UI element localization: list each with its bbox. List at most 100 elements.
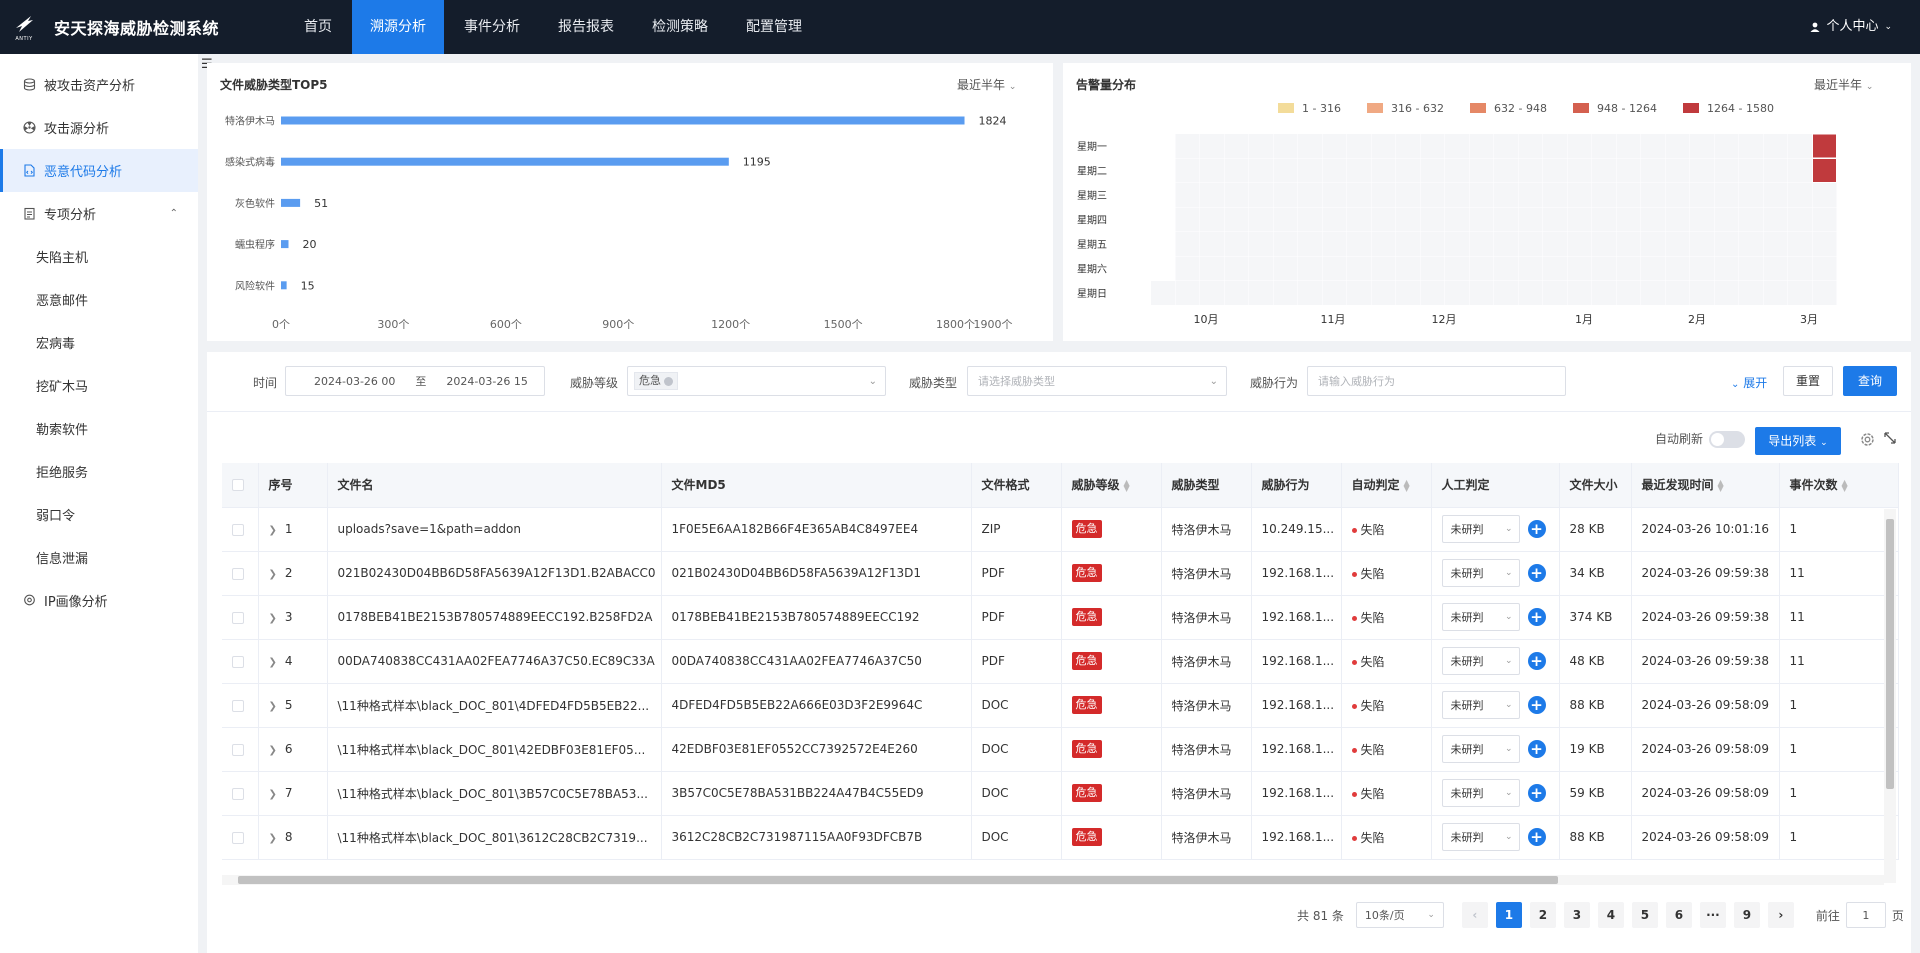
page-button[interactable]: 3: [1563, 902, 1590, 928]
nav-event-analysis[interactable]: 事件分析: [446, 0, 538, 54]
row-checkbox[interactable]: [222, 771, 259, 816]
manual-verdict-select[interactable]: 未研判 ⌄: [1441, 647, 1520, 675]
vertical-scrollbar-thumb[interactable]: [1886, 519, 1894, 789]
row-checkbox[interactable]: [222, 727, 259, 772]
page-button[interactable]: 4: [1597, 902, 1624, 928]
sort-icon[interactable]: ▲ ▼: [1404, 478, 1410, 492]
reset-button[interactable]: 重置: [1783, 366, 1833, 396]
manual-verdict-select[interactable]: 未研判 ⌄: [1441, 823, 1520, 851]
nav-trace-analysis[interactable]: 溯源分析: [352, 0, 444, 54]
chevron-right-icon[interactable]: ❯: [269, 833, 277, 844]
sort-icon[interactable]: ▲ ▼: [1842, 478, 1848, 492]
table-row[interactable]: ❯ 2 021B02430D04BB6D58FA5639A12F13D1.B2ABA…: [222, 551, 1899, 596]
heatmap-cell-filled[interactable]: [1812, 158, 1837, 183]
sidebar-subitem-ransomware[interactable]: 勒索软件: [0, 407, 198, 450]
add-icon[interactable]: +: [1527, 564, 1546, 582]
sidebar-item-ip-profile[interactable]: IP画像分析: [0, 579, 198, 622]
sidebar-item-malware-analysis[interactable]: 恶意代码分析: [0, 149, 198, 192]
type-select[interactable]: 请选择威胁类型 ⌄: [967, 366, 1227, 396]
table-row[interactable]: ❯ 6 \11种格式样本\black_DOC_801\42EDBF03E81EF05…: [222, 727, 1899, 772]
sidebar-item-attack-source[interactable]: 攻击源分析: [0, 106, 198, 149]
table-row[interactable]: ❯ 7 \11种格式样本\black_DOC_801\3B57C0C5E78BA53…: [222, 771, 1899, 816]
bar[interactable]: [281, 281, 287, 290]
horizontal-scrollbar-thumb[interactable]: [238, 876, 1558, 884]
chevron-right-icon[interactable]: ❯: [269, 525, 277, 536]
col-level[interactable]: 威胁等级 ▲ ▼: [1061, 463, 1162, 508]
export-list-button[interactable]: 导出列表 ⌄: [1755, 427, 1841, 455]
sidebar-subitem-mining-trojan[interactable]: 挖矿木马: [0, 364, 198, 407]
time-range-picker[interactable]: 2024-03-26 00 至 2024-03-26 15: [285, 366, 545, 396]
chevron-right-icon[interactable]: ❯: [269, 701, 277, 712]
page-size-select[interactable]: 10条/页 ⌄: [1355, 902, 1444, 928]
table-row[interactable]: ❯ 8 \11种格式样本\black_DOC_801\3612C28CB2C7319…: [222, 815, 1899, 860]
bar[interactable]: [281, 198, 301, 207]
prev-page-button[interactable]: ‹: [1461, 902, 1488, 928]
sidebar-subitem-dos[interactable]: 拒绝服务: [0, 450, 198, 493]
chevron-right-icon[interactable]: ❯: [269, 789, 277, 800]
bar[interactable]: [281, 157, 729, 166]
manual-verdict-select[interactable]: 未研判 ⌄: [1441, 515, 1520, 543]
heatmap-cell-filled[interactable]: [1812, 133, 1837, 159]
row-checkbox[interactable]: [222, 639, 259, 684]
add-icon[interactable]: +: [1527, 608, 1546, 626]
chevron-right-icon[interactable]: ❯: [269, 657, 277, 668]
behavior-input[interactable]: 请输入威胁行为: [1307, 366, 1566, 396]
table-row[interactable]: ❯ 4 00DA740838CC431AA02FEA7746A37C50.EC89C…: [222, 639, 1899, 684]
nav-config[interactable]: 配置管理: [728, 0, 820, 54]
chevron-right-icon[interactable]: ❯: [269, 569, 277, 580]
select-all-checkbox[interactable]: [222, 463, 259, 508]
page-button[interactable]: 6: [1665, 902, 1692, 928]
auto-refresh-toggle[interactable]: [1709, 431, 1745, 448]
app-logo[interactable]: ANTIY 安天探海威胁检测系统: [0, 7, 286, 47]
table-row[interactable]: ❯ 5 \11种格式样本\black_DOC_801\4DFED4FD5B5EB22…: [222, 683, 1899, 728]
page-button[interactable]: 2: [1529, 902, 1556, 928]
expand-button[interactable]: ⌄ 展开: [1731, 374, 1767, 391]
manual-verdict-select[interactable]: 未研判 ⌄: [1441, 691, 1520, 719]
more-pages-button[interactable]: ···: [1699, 902, 1726, 928]
row-checkbox[interactable]: [222, 595, 259, 640]
user-menu[interactable]: 个人中心 ⌄: [1810, 0, 1892, 54]
manual-verdict-select[interactable]: 未研判 ⌄: [1441, 735, 1520, 763]
nav-detection-policy[interactable]: 检测策略: [634, 0, 726, 54]
sidebar-subitem-weak-password[interactable]: 弱口令: [0, 493, 198, 536]
col-last-seen[interactable]: 最近发现时间 ▲ ▼: [1631, 463, 1780, 508]
bar[interactable]: [281, 116, 965, 125]
col-count[interactable]: 事件次数 ▲ ▼: [1779, 463, 1899, 508]
gear-icon[interactable]: [1859, 431, 1876, 452]
level-tag[interactable]: 危急: [634, 372, 678, 390]
horizontal-scrollbar[interactable]: [222, 875, 1884, 885]
add-icon[interactable]: +: [1527, 520, 1546, 538]
row-checkbox[interactable]: [222, 507, 259, 552]
sidebar-subitem-compromised-host[interactable]: 失陷主机: [0, 235, 198, 278]
page-button[interactable]: 5: [1631, 902, 1658, 928]
vertical-scrollbar[interactable]: [1884, 509, 1896, 883]
manual-verdict-select[interactable]: 未研判 ⌄: [1441, 603, 1520, 631]
nav-reports[interactable]: 报告报表: [540, 0, 632, 54]
close-icon[interactable]: [664, 376, 673, 386]
add-icon[interactable]: +: [1527, 740, 1546, 758]
goto-page-input[interactable]: 1: [1845, 902, 1886, 928]
add-icon[interactable]: +: [1527, 828, 1546, 846]
nav-home[interactable]: 首页: [286, 0, 350, 54]
add-icon[interactable]: +: [1527, 652, 1546, 670]
page-button[interactable]: 9: [1733, 902, 1760, 928]
row-checkbox[interactable]: [222, 815, 259, 860]
col-auto-verdict[interactable]: 自动判定 ▲ ▼: [1341, 463, 1432, 508]
bar[interactable]: [281, 240, 289, 249]
sidebar-item-special-analysis[interactable]: 专项分析 ⌃: [0, 192, 198, 235]
row-checkbox[interactable]: [222, 683, 259, 728]
manual-verdict-select[interactable]: 未研判 ⌄: [1441, 559, 1520, 587]
add-icon[interactable]: +: [1527, 784, 1546, 802]
chevron-right-icon[interactable]: ❯: [269, 613, 277, 624]
page-button[interactable]: 1: [1495, 902, 1522, 928]
search-button[interactable]: 查询: [1843, 366, 1897, 396]
table-row[interactable]: ❯ 3 0178BEB41BE2153B780574889EECC192.B258F…: [222, 595, 1899, 640]
sidebar-subitem-info-leak[interactable]: 信息泄漏: [0, 536, 198, 579]
sidebar-item-attacked-assets[interactable]: 被攻击资产分析: [0, 63, 198, 106]
sort-icon[interactable]: ▲ ▼: [1124, 478, 1130, 492]
sidebar-subitem-malicious-mail[interactable]: 恶意邮件: [0, 278, 198, 321]
table-row[interactable]: ❯ 1 uploads?save=1&path=addon 1F0E5E6AA182B…: [222, 507, 1899, 552]
sidebar-subitem-macro-virus[interactable]: 宏病毒: [0, 321, 198, 364]
next-page-button[interactable]: ›: [1767, 902, 1794, 928]
manual-verdict-select[interactable]: 未研判 ⌄: [1441, 779, 1520, 807]
